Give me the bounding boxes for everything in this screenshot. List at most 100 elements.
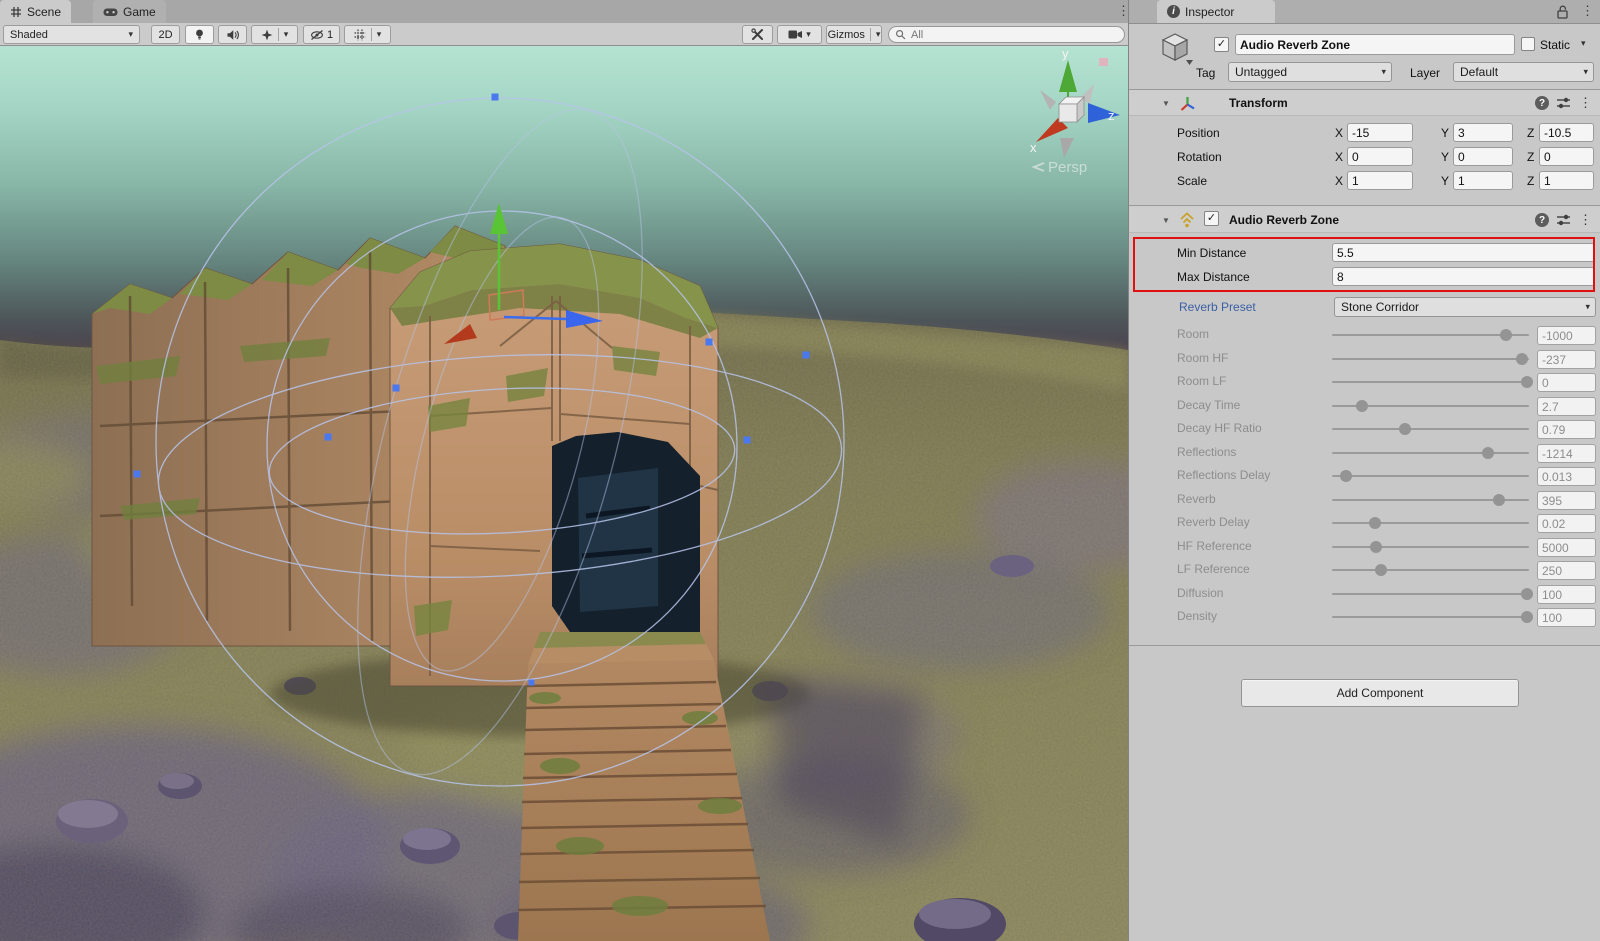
reverb-preset-dropdown[interactable]: Stone Corridor ▾ xyxy=(1334,297,1596,317)
tag-dropdown[interactable]: Untagged ▾ xyxy=(1228,62,1392,82)
inspector-menu-icon[interactable]: ⋮ xyxy=(1581,4,1594,17)
gameobject-cube-icon[interactable] xyxy=(1160,32,1194,66)
param-slider-thumb[interactable] xyxy=(1521,611,1533,623)
move-plane-handle[interactable] xyxy=(489,290,524,320)
param-slider-thumb[interactable] xyxy=(1500,329,1512,341)
scale-x-field[interactable]: 1 xyxy=(1347,171,1413,190)
lock-open-icon[interactable] xyxy=(1557,5,1569,19)
max-distance-field[interactable]: 8 xyxy=(1332,267,1595,286)
help-icon[interactable]: ? xyxy=(1535,213,1549,227)
position-x-field[interactable]: -15 xyxy=(1347,123,1413,142)
check-icon: ✓ xyxy=(1207,213,1216,224)
axis-y: Y xyxy=(1441,126,1449,140)
param-slider-track[interactable] xyxy=(1332,422,1529,436)
layer-dropdown[interactable]: Default ▾ xyxy=(1453,62,1594,82)
static-dropdown-icon[interactable]: ▾ xyxy=(1581,38,1586,49)
projection-label[interactable]: Persp xyxy=(1048,159,1087,176)
param-value-field[interactable]: -237 xyxy=(1537,350,1596,369)
param-slider-thumb[interactable] xyxy=(1370,541,1382,553)
position-z-field[interactable]: -10.5 xyxy=(1539,123,1594,142)
hidden-objects-button[interactable]: 1 xyxy=(303,25,340,44)
rotation-x-field[interactable]: 0 xyxy=(1347,147,1413,166)
param-value-field[interactable]: 100 xyxy=(1537,608,1596,627)
param-slider-thumb[interactable] xyxy=(1399,423,1411,435)
gameobject-name-field[interactable]: Audio Reverb Zone xyxy=(1235,34,1515,55)
foldout-icon[interactable]: ▼ xyxy=(1162,216,1170,225)
component-tools-button[interactable] xyxy=(742,25,773,44)
static-checkbox[interactable] xyxy=(1521,37,1535,51)
gameobject-active-checkbox[interactable]: ✓ xyxy=(1214,37,1229,52)
param-value-field[interactable]: 0.02 xyxy=(1537,514,1596,533)
param-slider-thumb[interactable] xyxy=(1516,353,1528,365)
rotation-y-field[interactable]: 0 xyxy=(1453,147,1513,166)
param-value-field[interactable]: 0.79 xyxy=(1537,420,1596,439)
param-slider-track[interactable] xyxy=(1332,563,1529,577)
tab-game[interactable]: Game xyxy=(93,0,166,23)
effects-dropdown-button[interactable]: ▾ xyxy=(251,25,298,44)
param-value-field[interactable]: 250 xyxy=(1537,561,1596,580)
param-slider-track[interactable] xyxy=(1332,493,1529,507)
param-slider-track[interactable] xyxy=(1332,399,1529,413)
component-menu-icon[interactable]: ⋮ xyxy=(1579,212,1592,228)
position-y-field[interactable]: 3 xyxy=(1453,123,1513,142)
rotation-z-field[interactable]: 0 xyxy=(1539,147,1594,166)
scale-y-field[interactable]: 1 xyxy=(1453,171,1513,190)
param-label: LF Reference xyxy=(1177,562,1250,576)
param-slider-track[interactable] xyxy=(1332,469,1529,483)
param-value-field[interactable]: -1214 xyxy=(1537,444,1596,463)
scale-z-field[interactable]: 1 xyxy=(1539,171,1594,190)
tab-inspector[interactable]: i Inspector xyxy=(1157,0,1275,23)
param-slider-thumb[interactable] xyxy=(1482,447,1494,459)
scene-search-input[interactable]: All xyxy=(888,26,1125,43)
param-slider-track[interactable] xyxy=(1332,610,1529,624)
slider-line xyxy=(1332,522,1529,524)
divider xyxy=(371,28,372,41)
grid-visibility-dropdown[interactable]: ▾ xyxy=(344,25,391,44)
axis-y: Y xyxy=(1441,150,1449,164)
min-distance-field[interactable]: 5.5 xyxy=(1332,243,1595,262)
param-slider-track[interactable] xyxy=(1332,516,1529,530)
component-enabled-checkbox[interactable]: ✓ xyxy=(1204,211,1219,226)
audio-reverb-zone-header[interactable]: ▼ ✓ Audio Reverb Zone ? ⋮ xyxy=(1129,206,1600,233)
tab-scene[interactable]: Scene xyxy=(0,0,71,23)
foldout-icon[interactable]: ▼ xyxy=(1162,99,1170,108)
help-icon[interactable]: ? xyxy=(1535,96,1549,110)
2d-toggle-button[interactable]: 2D xyxy=(151,25,180,44)
param-slider-track[interactable] xyxy=(1332,587,1529,601)
transform-header[interactable]: ▼ Transform ? ⋮ xyxy=(1129,90,1600,116)
scene-grid-icon xyxy=(10,6,22,18)
param-label: Decay HF Ratio xyxy=(1177,421,1262,435)
param-slider-thumb[interactable] xyxy=(1356,400,1368,412)
param-slider-thumb[interactable] xyxy=(1369,517,1381,529)
presets-icon[interactable] xyxy=(1556,96,1571,110)
lighting-toggle-button[interactable] xyxy=(185,25,214,44)
param-slider-thumb[interactable] xyxy=(1493,494,1505,506)
gizmo-cube[interactable] xyxy=(1059,104,1077,122)
param-slider-thumb[interactable] xyxy=(1340,470,1352,482)
param-slider-thumb[interactable] xyxy=(1521,376,1533,388)
transform-menu-icon[interactable]: ⋮ xyxy=(1579,95,1592,111)
param-slider-track[interactable] xyxy=(1332,446,1529,460)
param-slider-track[interactable] xyxy=(1332,352,1529,366)
max-distance-value: 8 xyxy=(1337,270,1344,284)
param-value-field[interactable]: 0.013 xyxy=(1537,467,1596,486)
param-value-field[interactable]: 100 xyxy=(1537,585,1596,604)
param-value-field[interactable]: 395 xyxy=(1537,491,1596,510)
param-slider-track[interactable] xyxy=(1332,375,1529,389)
camera-settings-dropdown[interactable]: ▾ xyxy=(777,25,822,44)
param-slider-thumb[interactable] xyxy=(1375,564,1387,576)
shading-mode-dropdown[interactable]: Shaded ▾ xyxy=(3,25,140,44)
scene-viewport[interactable]: y z x Persp xyxy=(0,46,1128,941)
param-slider-thumb[interactable] xyxy=(1521,588,1533,600)
param-value-field[interactable]: 2.7 xyxy=(1537,397,1596,416)
param-value-field[interactable]: 0 xyxy=(1537,373,1596,392)
presets-icon[interactable] xyxy=(1556,213,1571,227)
audio-toggle-button[interactable] xyxy=(218,25,247,44)
param-row-reflections: Reflections-1214 xyxy=(1129,442,1600,465)
add-component-button[interactable]: Add Component xyxy=(1241,679,1519,707)
param-value-field[interactable]: 5000 xyxy=(1537,538,1596,557)
gizmos-dropdown[interactable]: Gizmos ▾ xyxy=(826,25,882,44)
param-slider-track[interactable] xyxy=(1332,540,1529,554)
param-value-field[interactable]: -1000 xyxy=(1537,326,1596,345)
param-slider-track[interactable] xyxy=(1332,328,1529,342)
